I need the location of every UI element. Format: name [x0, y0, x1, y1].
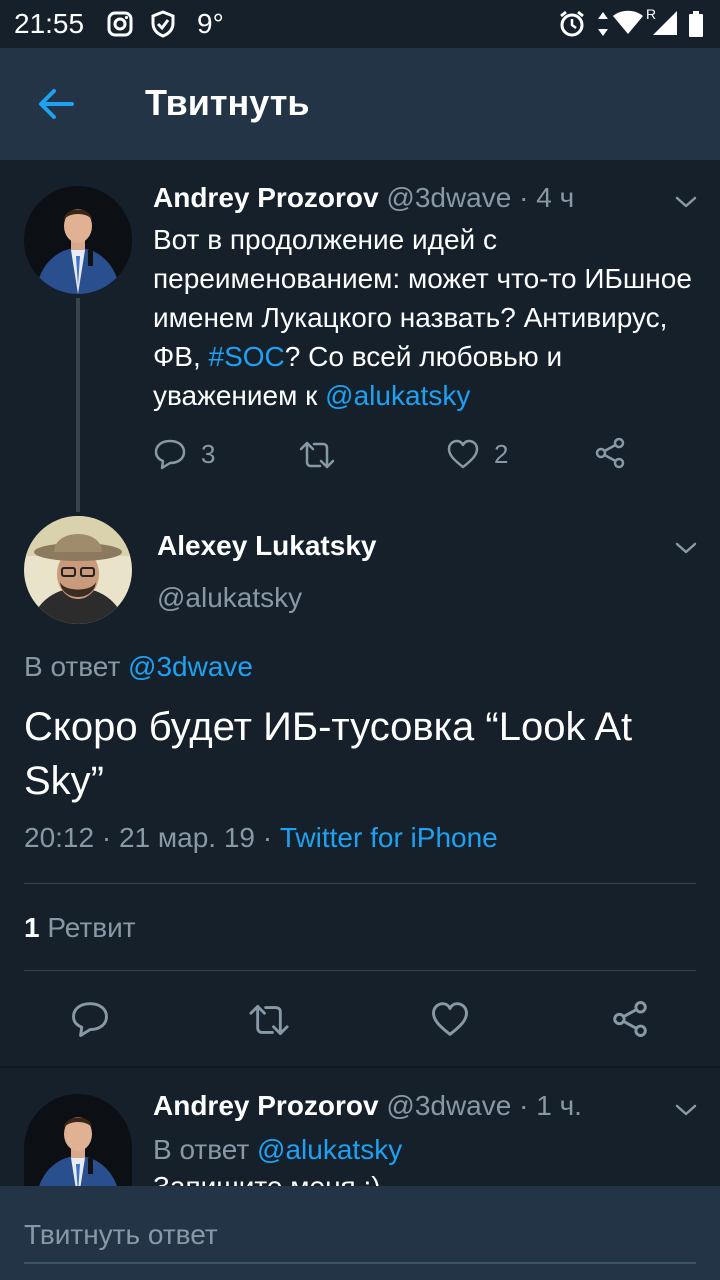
tweet-meta: 20:12 · 21 мар. 19 · Twitter for iPhone	[24, 822, 498, 854]
instagram-icon	[107, 11, 133, 37]
status-temperature: 9°	[197, 8, 224, 39]
chevron-down-icon[interactable]	[674, 1098, 698, 1122]
avatar[interactable]	[24, 516, 132, 624]
avatar[interactable]	[24, 186, 132, 294]
author-handle[interactable]: @3dwave	[386, 182, 511, 213]
tweet-header: Andrey Prozorov @3dwave · 4 ч	[153, 182, 574, 214]
avatar[interactable]	[24, 1094, 132, 1186]
data-arrows-icon	[598, 12, 608, 36]
reply-input[interactable]: Твитнуть ответ	[24, 1219, 218, 1251]
tweet-header: Andrey Prozorov @3dwave · 1 ч.	[153, 1090, 582, 1122]
share-icon	[595, 437, 625, 469]
battery-icon	[689, 11, 703, 37]
signal-icon	[653, 11, 677, 35]
chevron-down-icon[interactable]	[674, 536, 698, 560]
arrow-left-icon[interactable]	[36, 84, 76, 124]
divider	[24, 883, 696, 884]
retweet-label: Ретвит	[39, 912, 136, 943]
reply-prefix: В ответ	[153, 1134, 258, 1165]
divider	[24, 970, 696, 971]
time-separator: ·	[511, 1090, 537, 1121]
like-button[interactable]	[430, 1000, 470, 1038]
app-bar: Твитнуть	[0, 48, 720, 160]
mention-link[interactable]: @alukatsky	[257, 1134, 402, 1165]
retweet-icon	[249, 1004, 289, 1036]
tweet-text: Вот в продолжение идей с переименованием…	[153, 220, 693, 415]
reply-icon	[72, 1002, 108, 1037]
reply-composer[interactable]: Твитнуть ответ	[0, 1186, 720, 1280]
author-handle[interactable]: @alukatsky	[157, 582, 302, 614]
time-separator: ·	[511, 182, 537, 213]
retweet-stats[interactable]: 1 Ретвит	[24, 912, 136, 944]
reply-icon	[154, 439, 186, 470]
source-link[interactable]: Twitter for iPhone	[280, 822, 498, 853]
status-bar: 21:55 9° R	[0, 0, 720, 48]
reply-count: 3	[201, 438, 216, 469]
wifi-icon	[613, 10, 643, 34]
page-title: Твитнуть	[145, 82, 310, 123]
chevron-down-icon[interactable]	[674, 190, 698, 214]
tweet-time: 4 ч	[536, 182, 575, 213]
section-separator	[0, 1066, 720, 1068]
shield-icon	[151, 10, 175, 38]
author-name[interactable]: Alexey Lukatsky	[157, 530, 376, 562]
share-icon	[613, 1001, 647, 1037]
mention-link[interactable]: @alukatsky	[325, 380, 470, 411]
share-button[interactable]	[610, 999, 650, 1039]
retweet-button[interactable]	[247, 1003, 291, 1037]
retweet-button[interactable]	[298, 440, 336, 470]
reply-context: В ответ @alukatsky	[153, 1134, 402, 1166]
status-time: 21:55	[14, 8, 85, 39]
retweet-icon	[299, 441, 335, 469]
reply-button[interactable]	[70, 1000, 110, 1038]
reply-context: В ответ @3dwave	[24, 651, 253, 683]
heart-icon	[447, 439, 479, 469]
like-count: 2	[494, 438, 509, 469]
thread-line	[76, 298, 80, 512]
input-underline	[24, 1262, 696, 1264]
author-name[interactable]: Andrey Prozorov	[153, 1090, 379, 1121]
alarm-icon	[560, 10, 584, 37]
reply-prefix: В ответ	[24, 651, 129, 682]
reply-button[interactable]: 3	[153, 438, 215, 470]
author-handle[interactable]: @3dwave	[386, 1090, 511, 1121]
mention-link[interactable]: @3dwave	[128, 651, 253, 682]
tweet-timestamp: 20:12 · 21 мар. 19 ·	[24, 822, 280, 853]
tweet-text: Скоро будет ИБ-тусовка “Look At Sky”	[24, 705, 633, 803]
like-button[interactable]: 2	[446, 438, 508, 470]
share-button[interactable]	[593, 436, 627, 470]
author-name[interactable]: Andrey Prozorov	[153, 182, 379, 213]
hashtag-link[interactable]: #SOC	[209, 341, 285, 372]
retweet-count: 1	[24, 912, 40, 943]
tweet-time: 1 ч.	[536, 1090, 582, 1121]
heart-icon	[432, 1002, 468, 1036]
